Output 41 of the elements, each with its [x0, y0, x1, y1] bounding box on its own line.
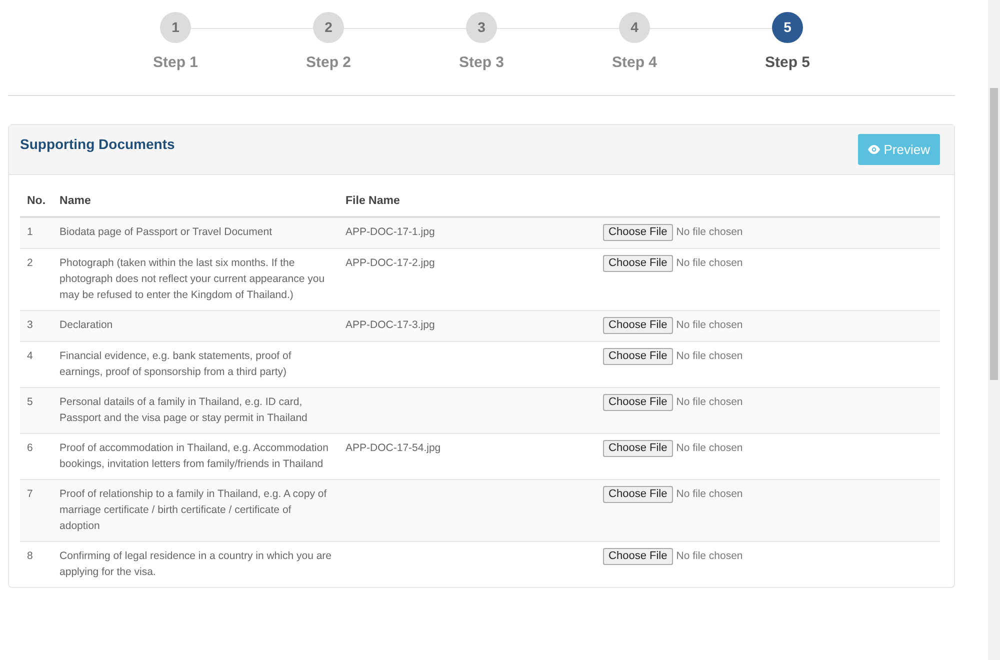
table-cell: 8 [20, 542, 53, 588]
file-link[interactable]: APP-DOC-17-3.jpg [338, 310, 596, 342]
table-cell: 7 [20, 480, 53, 542]
eye-icon [868, 145, 880, 154]
panel-title: Supporting Documents [20, 135, 175, 154]
choose-file-button[interactable]: Choose File [602, 394, 674, 412]
table-cell: Confirming of legal residence in a country in which you are applying for the visa. [52, 542, 339, 588]
table-cell: 3 [20, 310, 53, 342]
step-label: Step 1 [152, 53, 198, 73]
choose-file-button[interactable]: Choose File [602, 348, 674, 366]
file-status-text: No file chosen [676, 350, 743, 362]
choose-file-button[interactable]: Choose File [602, 486, 674, 504]
table-cell: Declaration [52, 310, 339, 342]
choose-file-button[interactable]: Choose File [602, 255, 674, 272]
table-cell: Proof of relationship to a family in Thailand, e.g. A copy of marriage certificate / birth certificate / certificate of adoption [52, 480, 339, 542]
choose-file-button[interactable]: Choose File [602, 440, 674, 458]
table-cell: Biodata page of Passport or Travel Document [52, 217, 339, 249]
file-status-text: No file chosen [676, 550, 743, 562]
step-circle[interactable]: 5 [772, 12, 803, 43]
file-status-text: No file chosen [676, 319, 743, 332]
file-status-text: No file chosen [676, 488, 743, 500]
table-cell: 5 [20, 388, 53, 434]
file-status-text: No file chosen [676, 396, 743, 408]
step-circle[interactable]: 1 [160, 12, 191, 43]
step-circle[interactable]: 2 [313, 12, 344, 43]
step-circle[interactable]: 3 [466, 12, 497, 43]
step-label: Step 3 [458, 53, 504, 73]
choose-file-button[interactable]: Choose File [602, 548, 674, 566]
table-cell: Personal datails of a family in Thailand, e.g. ID card, Passport and the visa page or stay permit in Thailand [52, 388, 339, 434]
choose-file-button[interactable]: Choose File [602, 224, 674, 242]
step-circle[interactable]: 4 [619, 12, 650, 43]
step-label: Step 2 [306, 53, 351, 73]
table-cell: 1 [20, 217, 53, 249]
step-label: Step 5 [764, 53, 810, 73]
file-link[interactable]: APP-DOC-17-1.jpg [338, 217, 596, 249]
file-status-text: No file chosen [676, 226, 743, 238]
file-status-text: No file chosen [676, 257, 743, 270]
file-status-text: No file chosen [676, 442, 743, 454]
scrollbar[interactable] [988, 0, 1000, 660]
choose-file-button[interactable]: Choose File [602, 317, 674, 334]
step-label: Step 4 [612, 53, 657, 73]
